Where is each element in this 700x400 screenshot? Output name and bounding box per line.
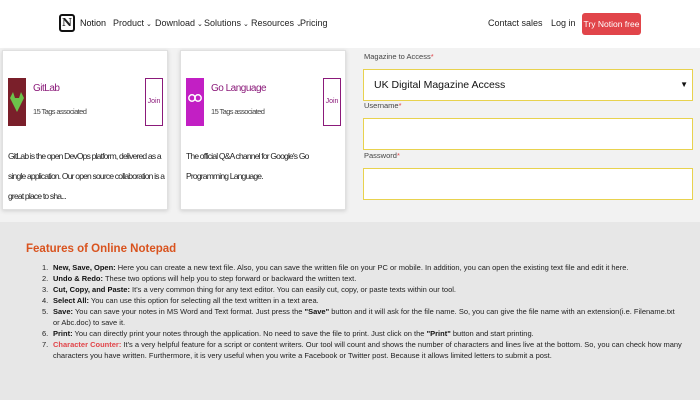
list-item: 5. Save: You can save your notes in MS Wo… <box>42 306 682 328</box>
list-item: 3. Cut, Copy, and Paste: It's a very comm… <box>42 284 682 295</box>
item-label: Cut, Copy, and Paste: <box>53 285 130 294</box>
gitlab-logo-icon <box>8 78 26 126</box>
brand-name[interactable]: Notion <box>80 18 106 28</box>
list-item: 6. Print: You can directly print your not… <box>42 328 682 339</box>
password-label-text: Password <box>364 151 397 160</box>
item-text: You can save your notes in MS Word and T… <box>73 307 305 316</box>
username-label: Username* <box>364 101 402 110</box>
item-text: button and start printing. <box>450 329 534 338</box>
list-item: 4. Select All: You can use this option fo… <box>42 295 682 306</box>
community-card-go-language[interactable]: Go Language 15 Tags associated Join The … <box>180 50 346 210</box>
item-quote: "Save" <box>304 307 330 316</box>
features-title: Features of Online Notepad <box>26 243 177 255</box>
password-label: Password* <box>364 151 400 160</box>
item-text: These two options will help you to step … <box>103 274 357 283</box>
item-number: 6. <box>42 329 49 338</box>
nav-pricing[interactable]: Pricing <box>300 18 328 28</box>
item-number: 4. <box>42 296 49 305</box>
item-label: Print: <box>53 329 73 338</box>
nav-download-label: Download <box>155 18 196 28</box>
nav-resources[interactable]: Resources ⌄ <box>251 18 302 28</box>
item-number: 7. <box>42 340 49 349</box>
content-top: GitLab 15 Tags associated Join GitLab is… <box>0 48 700 222</box>
item-quote: "Print" <box>426 329 451 338</box>
item-text: You can use this option for selecting al… <box>88 296 319 305</box>
go-language-logo-icon <box>186 78 204 126</box>
try-notion-button[interactable]: Try Notion free <box>582 13 641 35</box>
join-button[interactable]: Join <box>323 78 341 126</box>
item-text: You can directly print your notes throug… <box>72 329 427 338</box>
card-description: The official Q&A channel for Google's Go… <box>186 151 309 181</box>
chevron-down-icon: ⌄ <box>146 21 152 28</box>
magazine-selected-value: UK Digital Magazine Access <box>374 79 506 91</box>
item-number: 5. <box>42 307 49 316</box>
card-tags-count: 15 Tags associated <box>211 107 265 116</box>
required-mark: * <box>398 101 402 110</box>
site-header: N Notion Product ⌄ Download ⌄ Solutions ⌄ R… <box>0 0 700 48</box>
item-label: Character Counter: <box>53 340 122 349</box>
nav-pricing-label: Pricing <box>300 18 328 28</box>
list-item: 2. Undo & Redo: These two options will he… <box>42 273 682 284</box>
features-section: Features of Online Notepad 1. New, Save, … <box>0 222 700 400</box>
nav-product[interactable]: Product ⌄ <box>113 18 152 28</box>
required-mark: * <box>430 52 434 61</box>
notion-logo-icon[interactable]: N <box>59 14 75 32</box>
contact-sales-link[interactable]: Contact sales <box>488 18 543 28</box>
magazine-select[interactable]: UK Digital Magazine Access ▼ <box>363 69 693 101</box>
community-card-gitlab[interactable]: GitLab 15 Tags associated Join GitLab is… <box>2 50 168 210</box>
card-title: Go Language <box>211 83 267 94</box>
item-text: It's a very common thing for any text ed… <box>129 285 456 294</box>
username-field[interactable] <box>363 118 693 150</box>
list-item: 1. New, Save, Open: Here you can create a… <box>42 262 682 273</box>
nav-solutions-label: Solutions <box>204 18 242 28</box>
chevron-down-icon: ▼ <box>680 80 688 89</box>
nav-product-label: Product <box>113 18 145 28</box>
nav-resources-label: Resources <box>251 18 295 28</box>
chevron-down-icon: ⌄ <box>243 21 249 28</box>
login-link[interactable]: Log in <box>551 18 576 28</box>
item-label: Undo & Redo: <box>53 274 103 283</box>
card-tags-count: 15 Tags associated <box>33 107 87 116</box>
list-item: 7. Character Counter: It's a very helpful… <box>42 339 682 361</box>
username-label-text: Username <box>364 101 399 110</box>
password-field[interactable] <box>363 168 693 200</box>
card-description: GitLab is the open DevOps platform, deli… <box>8 151 165 201</box>
required-mark: * <box>396 151 400 160</box>
chevron-down-icon: ⌄ <box>197 21 203 28</box>
item-label: New, Save, Open: <box>53 263 116 272</box>
nav-solutions[interactable]: Solutions ⌄ <box>204 18 249 28</box>
item-text: It's a very helpful feature for a script… <box>53 340 682 360</box>
item-number: 1. <box>42 263 49 272</box>
item-text: Here you can create a new text file. Als… <box>115 263 629 272</box>
nav-download[interactable]: Download ⌄ <box>155 18 203 28</box>
magazine-label-text: Magazine to Access <box>364 52 431 61</box>
item-label: Save: <box>53 307 74 316</box>
item-number: 3. <box>42 285 49 294</box>
item-number: 2. <box>42 274 49 283</box>
magazine-label: Magazine to Access* <box>364 52 434 61</box>
join-button[interactable]: Join <box>145 78 163 126</box>
features-list: 1. New, Save, Open: Here you can create a… <box>42 262 682 361</box>
card-title: GitLab <box>33 83 60 94</box>
item-label: Select All: <box>53 296 89 305</box>
